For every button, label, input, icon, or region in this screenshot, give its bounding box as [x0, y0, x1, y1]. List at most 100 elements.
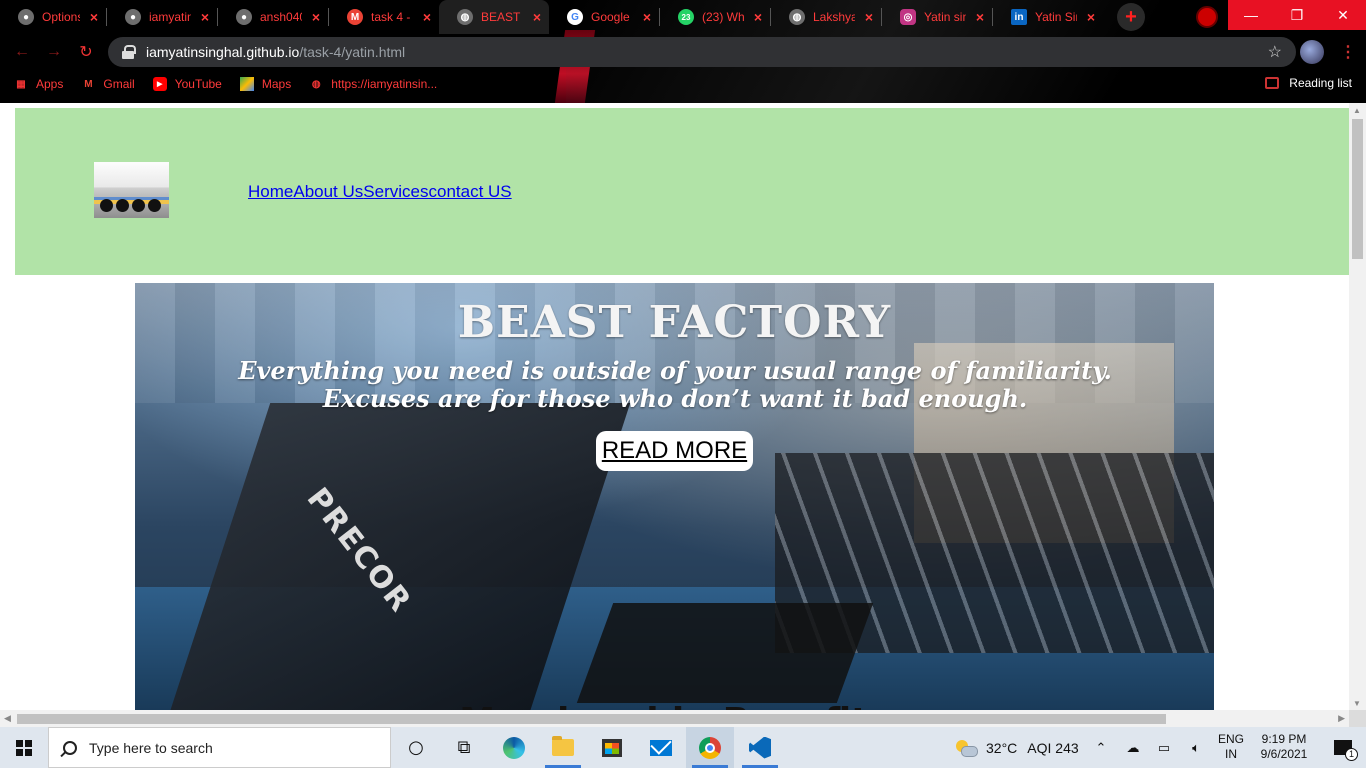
folder-icon: [552, 736, 574, 756]
forward-icon[interactable]: →: [44, 42, 64, 62]
tab-options[interactable]: ● Options ×: [0, 0, 106, 34]
tab-google[interactable]: G Google / ×: [549, 0, 659, 34]
weather-aqi: AQI 243: [1027, 739, 1079, 756]
close-tab-icon[interactable]: ×: [643, 9, 651, 25]
gmail-icon: M: [347, 9, 363, 25]
chrome-button[interactable]: [686, 727, 734, 768]
tab-title: Google /: [591, 10, 633, 24]
nav-contact-us[interactable]: contact US: [428, 182, 511, 201]
gmail-icon: M: [84, 78, 93, 90]
weather-widget[interactable]: 32°C AQI 243: [956, 727, 1079, 768]
site-header: HomeAbout UsServicescontact US: [15, 108, 1349, 275]
tab-ansh040[interactable]: ● ansh040 ×: [218, 0, 328, 34]
scroll-thumb[interactable]: [1352, 119, 1363, 259]
volume-icon[interactable]: 🔈︎: [1184, 727, 1208, 768]
nav-home[interactable]: Home: [248, 182, 293, 201]
close-tab-icon[interactable]: ×: [423, 9, 431, 25]
bookmark-star-icon[interactable]: ☆: [1268, 42, 1282, 62]
tab-lakshya[interactable]: ◍ Lakshya ×: [771, 0, 881, 34]
kettlebell-shape: [148, 199, 161, 212]
hero-tagline: Everything you need is outside of your u…: [238, 356, 1112, 413]
scroll-down-icon[interactable]: ▼: [1353, 699, 1361, 708]
tab-task-4[interactable]: M task 4 - ×: [329, 0, 439, 34]
scroll-up-icon[interactable]: ▲: [1353, 106, 1361, 115]
nav-about-us[interactable]: About Us: [293, 182, 363, 201]
browser-chrome: ● Options × ● iamyatin × ● ansh040 × M t…: [0, 0, 1366, 103]
action-center-button[interactable]: 1: [1320, 727, 1366, 768]
tab-iamyatin[interactable]: ● iamyatin ×: [107, 0, 217, 34]
weight-bench: [576, 603, 874, 703]
input-language[interactable]: ENG IN: [1216, 732, 1246, 762]
vertical-scrollbar[interactable]: ▲ ▼: [1349, 103, 1366, 710]
vscode-button[interactable]: [736, 727, 784, 768]
horizontal-scrollbar[interactable]: ◀ ▶: [0, 710, 1349, 727]
google-icon: G: [567, 9, 583, 25]
cortana-circle-icon: ○: [408, 737, 424, 758]
tab-title: Yatin sin: [924, 10, 966, 24]
close-tab-icon[interactable]: ×: [201, 9, 209, 25]
system-clock[interactable]: 9:19 PM 9/6/2021: [1254, 732, 1314, 762]
bookmark-apps[interactable]: ▦ Apps: [14, 77, 63, 91]
url-path: /task-4/yatin.html: [299, 44, 406, 60]
store-button[interactable]: [588, 727, 636, 768]
tab-title: Lakshya: [813, 10, 855, 24]
scroll-left-icon[interactable]: ◀: [4, 713, 11, 724]
onedrive-icon[interactable]: ☁: [1121, 727, 1145, 768]
tab-title: BEAST F: [481, 10, 523, 24]
lang-code: ENG: [1217, 732, 1244, 746]
bookmark-label: Maps: [261, 77, 292, 91]
mail-icon: [650, 739, 672, 756]
github-icon: ●: [236, 9, 252, 25]
file-explorer-button[interactable]: [539, 727, 587, 768]
taskbar-search[interactable]: Type here to search: [48, 727, 391, 768]
close-tab-icon[interactable]: ×: [1087, 9, 1095, 25]
tab-linkedin[interactable]: in Yatin Sin ×: [993, 0, 1103, 34]
scroll-thumb[interactable]: [17, 714, 1166, 724]
lock-icon[interactable]: [122, 45, 136, 59]
task-view-button[interactable]: ⧉: [440, 727, 488, 768]
store-icon: [602, 738, 622, 757]
kettlebell-shape: [116, 199, 129, 212]
address-bar[interactable]: iamyatinsinghal.github.io /task-4/yatin.…: [108, 37, 1296, 67]
menu-kebab-icon[interactable]: ⋮: [1340, 42, 1356, 62]
chevron-up-icon[interactable]: ⌃: [1089, 727, 1113, 768]
new-tab-button[interactable]: +: [1117, 3, 1145, 31]
reload-icon[interactable]: ↻: [76, 42, 96, 62]
close-tab-icon[interactable]: ×: [754, 9, 762, 25]
close-tab-icon[interactable]: ×: [312, 9, 320, 25]
close-tab-icon[interactable]: ×: [533, 9, 541, 25]
chrome-icon: [699, 736, 721, 759]
github-icon: ●: [18, 9, 34, 25]
profile-avatar[interactable]: [1300, 40, 1324, 64]
bookmark-label: https://iamyatinsin...: [331, 77, 438, 91]
reading-list-button[interactable]: Reading list: [1265, 76, 1352, 90]
tab-title: iamyatin: [149, 10, 191, 24]
bookmark-gmail[interactable]: M Gmail: [81, 77, 135, 91]
back-icon[interactable]: ←: [12, 42, 32, 62]
bookmark-label: YouTube: [174, 77, 222, 91]
mail-button[interactable]: [637, 727, 685, 768]
cortana-button[interactable]: ○: [392, 727, 440, 768]
search-placeholder: Type here to search: [89, 739, 213, 756]
globe-icon: ◍: [789, 9, 805, 25]
close-tab-icon[interactable]: ×: [976, 9, 984, 25]
globe-icon: ◍: [457, 9, 473, 25]
edge-button[interactable]: [490, 727, 538, 768]
clock-time: 9:19 PM: [1261, 732, 1307, 746]
close-tab-icon[interactable]: ×: [90, 9, 98, 25]
bookmark-site[interactable]: ◍ https://iamyatinsin...: [309, 77, 437, 91]
close-tab-icon[interactable]: ×: [865, 9, 873, 25]
read-more-button[interactable]: READ MORE: [596, 431, 753, 471]
battery-icon[interactable]: ▭: [1152, 727, 1176, 768]
bookmark-label: Apps: [36, 77, 64, 91]
browser-toolbar: ← → ↻ iamyatinsinghal.github.io /task-4/…: [0, 34, 1366, 70]
start-button[interactable]: [0, 727, 48, 768]
tab-instagram[interactable]: ◎ Yatin sin ×: [882, 0, 992, 34]
nav-services[interactable]: Services: [363, 182, 428, 201]
scroll-right-icon[interactable]: ▶: [1338, 713, 1345, 724]
tab-beast-factory[interactable]: ◍ BEAST F ×: [439, 0, 549, 34]
tab-title: task 4 -: [371, 10, 411, 24]
bookmark-youtube[interactable]: ▶ YouTube: [152, 77, 222, 91]
tab-whatsapp[interactable]: 23 (23) Wh ×: [660, 0, 770, 34]
bookmark-maps[interactable]: Maps: [239, 77, 292, 91]
